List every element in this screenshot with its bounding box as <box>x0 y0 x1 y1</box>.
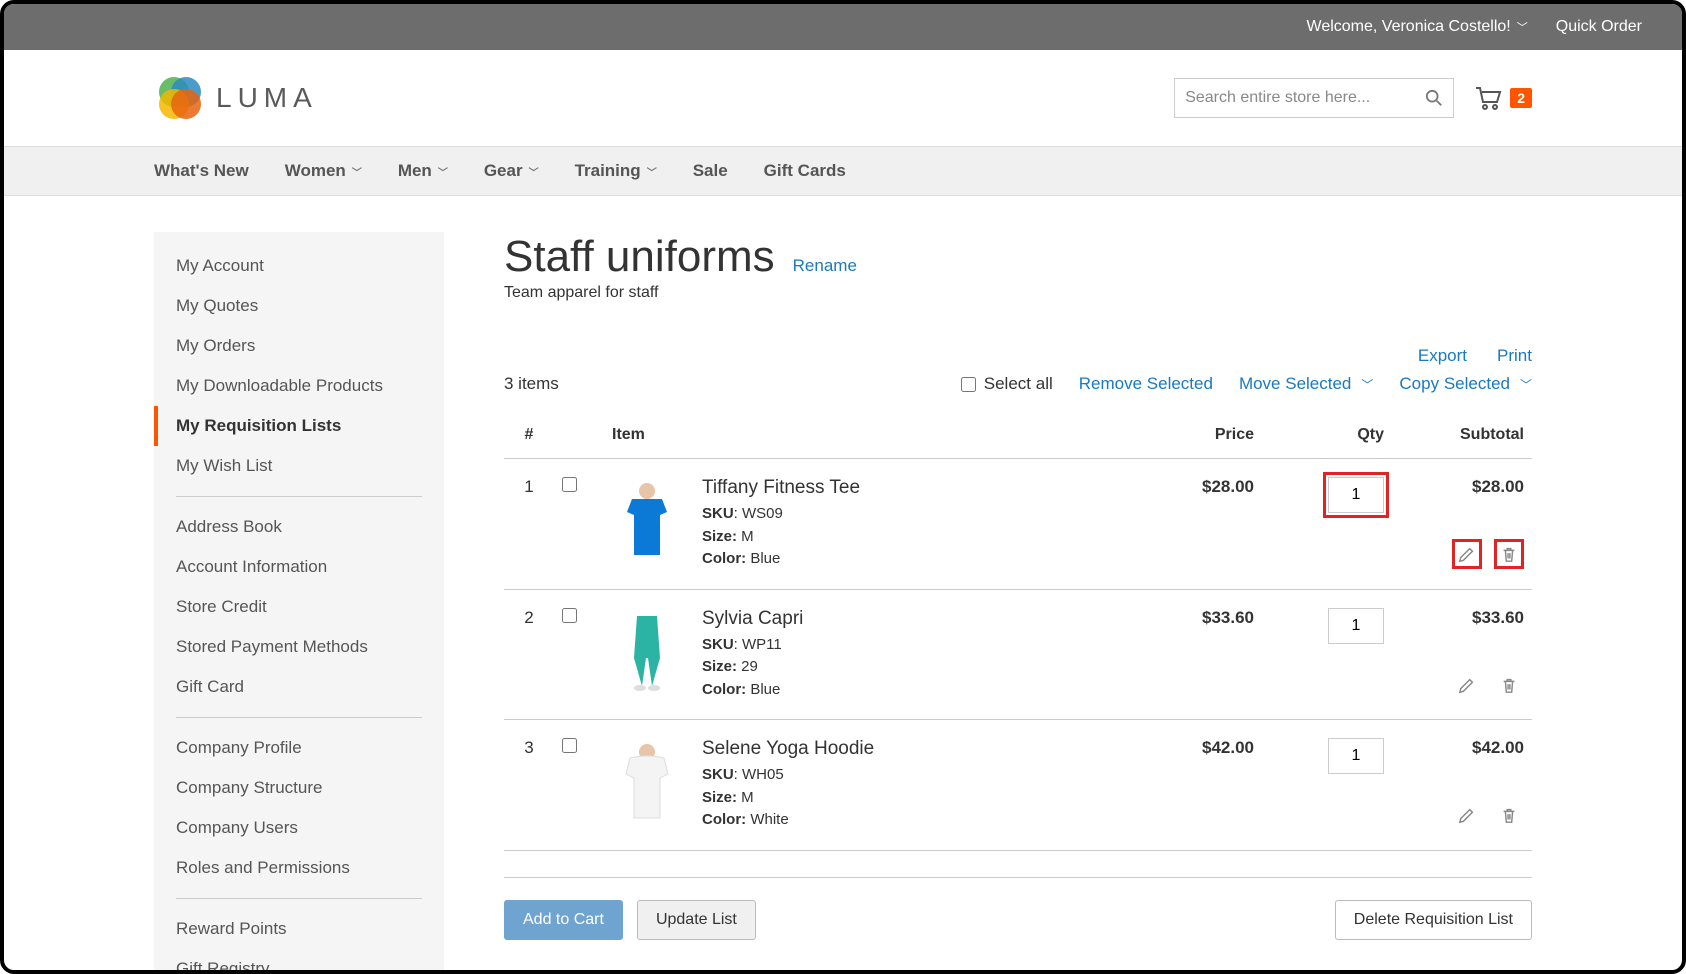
quick-order-link[interactable]: Quick Order <box>1556 18 1642 36</box>
row-subtotal: $42.00 <box>1400 738 1524 758</box>
product-thumbnail[interactable] <box>612 477 682 563</box>
qty-input[interactable] <box>1328 477 1384 513</box>
welcome-dropdown[interactable]: Welcome, Veronica Costello! ﹀ <box>1307 18 1528 36</box>
chevron-down-icon: ﹀ <box>1517 19 1528 35</box>
rename-link[interactable]: Rename <box>793 256 857 276</box>
sidebar-item-company-users[interactable]: Company Users <box>176 808 422 848</box>
row-number: 1 <box>504 459 554 590</box>
edit-icon[interactable] <box>1452 670 1482 700</box>
nav-gift-cards[interactable]: Gift Cards <box>764 161 846 181</box>
nav-gear[interactable]: Gear﹀ <box>484 161 539 181</box>
trash-icon[interactable] <box>1494 800 1524 830</box>
row-subtotal: $28.00 <box>1400 477 1524 497</box>
page-title: Staff uniforms <box>504 232 775 282</box>
page-subtitle: Team apparel for staff <box>504 284 1532 302</box>
product-thumbnail[interactable] <box>612 608 682 694</box>
chevron-down-icon: ﹀ <box>1520 376 1532 393</box>
row-number: 2 <box>504 589 554 720</box>
search-box[interactable] <box>1174 78 1454 118</box>
search-input[interactable] <box>1185 89 1425 107</box>
nav-men[interactable]: Men﹀ <box>398 161 448 181</box>
move-selected-dropdown[interactable]: Move Selected ﹀ <box>1239 374 1373 394</box>
sidebar-item-roles-permissions[interactable]: Roles and Permissions <box>176 848 422 888</box>
col-item: Item <box>604 412 1142 459</box>
copy-selected-dropdown[interactable]: Copy Selected ﹀ <box>1399 374 1532 394</box>
remove-selected-link[interactable]: Remove Selected <box>1079 374 1213 394</box>
print-link[interactable]: Print <box>1497 346 1532 366</box>
cart-icon <box>1474 85 1502 111</box>
update-list-button[interactable]: Update List <box>637 900 756 940</box>
add-to-cart-button[interactable]: Add to Cart <box>504 900 623 940</box>
chevron-down-icon: ﹀ <box>1361 376 1373 393</box>
nav-whats-new[interactable]: What's New <box>154 161 249 181</box>
export-link[interactable]: Export <box>1418 346 1467 366</box>
utility-bar: Welcome, Veronica Costello! ﹀ Quick Orde… <box>4 4 1682 50</box>
chevron-down-icon: ﹀ <box>529 164 539 179</box>
edit-icon[interactable] <box>1452 800 1482 830</box>
sidebar-item-my-quotes[interactable]: My Quotes <box>176 286 422 326</box>
product-name[interactable]: Selene Yoga Hoodie <box>702 738 874 760</box>
sidebar-item-my-account[interactable]: My Account <box>176 246 422 286</box>
nav-sale[interactable]: Sale <box>693 161 728 181</box>
col-subtotal: Subtotal <box>1392 412 1532 459</box>
row-price: $42.00 <box>1142 720 1262 851</box>
sidebar-item-gift-card[interactable]: Gift Card <box>176 667 422 707</box>
qty-input[interactable] <box>1328 738 1384 774</box>
sidebar-item-company-profile[interactable]: Company Profile <box>176 728 422 768</box>
row-number: 3 <box>504 720 554 851</box>
table-row: 2Sylvia CapriSKU: WP11Size: 29Color: Blu… <box>504 589 1532 720</box>
product-name[interactable]: Sylvia Capri <box>702 608 803 630</box>
item-count: 3 items <box>504 374 559 394</box>
delete-list-button[interactable]: Delete Requisition List <box>1335 900 1532 940</box>
chevron-down-icon: ﹀ <box>352 164 362 179</box>
sidebar-item-my-wish-list[interactable]: My Wish List <box>176 446 422 486</box>
col-qty: Qty <box>1262 412 1392 459</box>
welcome-text: Welcome, Veronica Costello! <box>1307 18 1511 36</box>
select-all-checkbox[interactable]: Select all <box>961 374 1053 394</box>
sidebar-item-reward-points[interactable]: Reward Points <box>176 909 422 949</box>
edit-icon[interactable] <box>1452 539 1482 569</box>
account-sidebar: My Account My Quotes My Orders My Downlo… <box>154 232 444 974</box>
row-checkbox[interactable] <box>562 738 577 753</box>
main-content: Staff uniforms Rename Team apparel for s… <box>504 232 1532 974</box>
qty-input[interactable] <box>1328 608 1384 644</box>
table-row: 1Tiffany Fitness TeeSKU: WS09Size: MColo… <box>504 459 1532 590</box>
sidebar-item-company-structure[interactable]: Company Structure <box>176 768 422 808</box>
row-checkbox[interactable] <box>562 608 577 623</box>
col-num: # <box>504 412 554 459</box>
sidebar-item-store-credit[interactable]: Store Credit <box>176 587 422 627</box>
col-price: Price <box>1142 412 1262 459</box>
chevron-down-icon: ﹀ <box>647 164 657 179</box>
chevron-down-icon: ﹀ <box>438 164 448 179</box>
sidebar-item-my-orders[interactable]: My Orders <box>176 326 422 366</box>
main-nav: What's New Women﹀ Men﹀ Gear﹀ Training﹀ S… <box>4 146 1682 196</box>
minicart[interactable]: 2 <box>1474 85 1532 111</box>
sidebar-item-my-downloadable[interactable]: My Downloadable Products <box>176 366 422 406</box>
row-checkbox[interactable] <box>562 477 577 492</box>
table-row: 3Selene Yoga HoodieSKU: WH05Size: MColor… <box>504 720 1532 851</box>
requisition-table: # Item Price Qty Subtotal 1 Tiffany Fitne… <box>504 412 1532 851</box>
logo-text: LUMA <box>216 82 318 114</box>
trash-icon[interactable] <box>1494 539 1524 569</box>
row-price: $33.60 <box>1142 589 1262 720</box>
row-price: $28.00 <box>1142 459 1262 590</box>
select-all-input[interactable] <box>961 377 976 392</box>
product-thumbnail[interactable] <box>612 738 682 824</box>
search-icon[interactable] <box>1425 89 1443 107</box>
logo-icon <box>154 72 206 124</box>
cart-count-badge: 2 <box>1510 88 1532 108</box>
header: LUMA 2 <box>4 50 1682 146</box>
sidebar-item-account-information[interactable]: Account Information <box>176 547 422 587</box>
trash-icon[interactable] <box>1494 670 1524 700</box>
nav-women[interactable]: Women﹀ <box>285 161 362 181</box>
nav-training[interactable]: Training﹀ <box>575 161 657 181</box>
sidebar-item-gift-registry[interactable]: Gift Registry <box>176 949 422 974</box>
sidebar-item-stored-payment[interactable]: Stored Payment Methods <box>176 627 422 667</box>
product-name[interactable]: Tiffany Fitness Tee <box>702 477 860 499</box>
sidebar-item-address-book[interactable]: Address Book <box>176 507 422 547</box>
row-subtotal: $33.60 <box>1400 608 1524 628</box>
logo[interactable]: LUMA <box>154 72 318 124</box>
sidebar-item-my-requisition-lists[interactable]: My Requisition Lists <box>176 406 422 446</box>
